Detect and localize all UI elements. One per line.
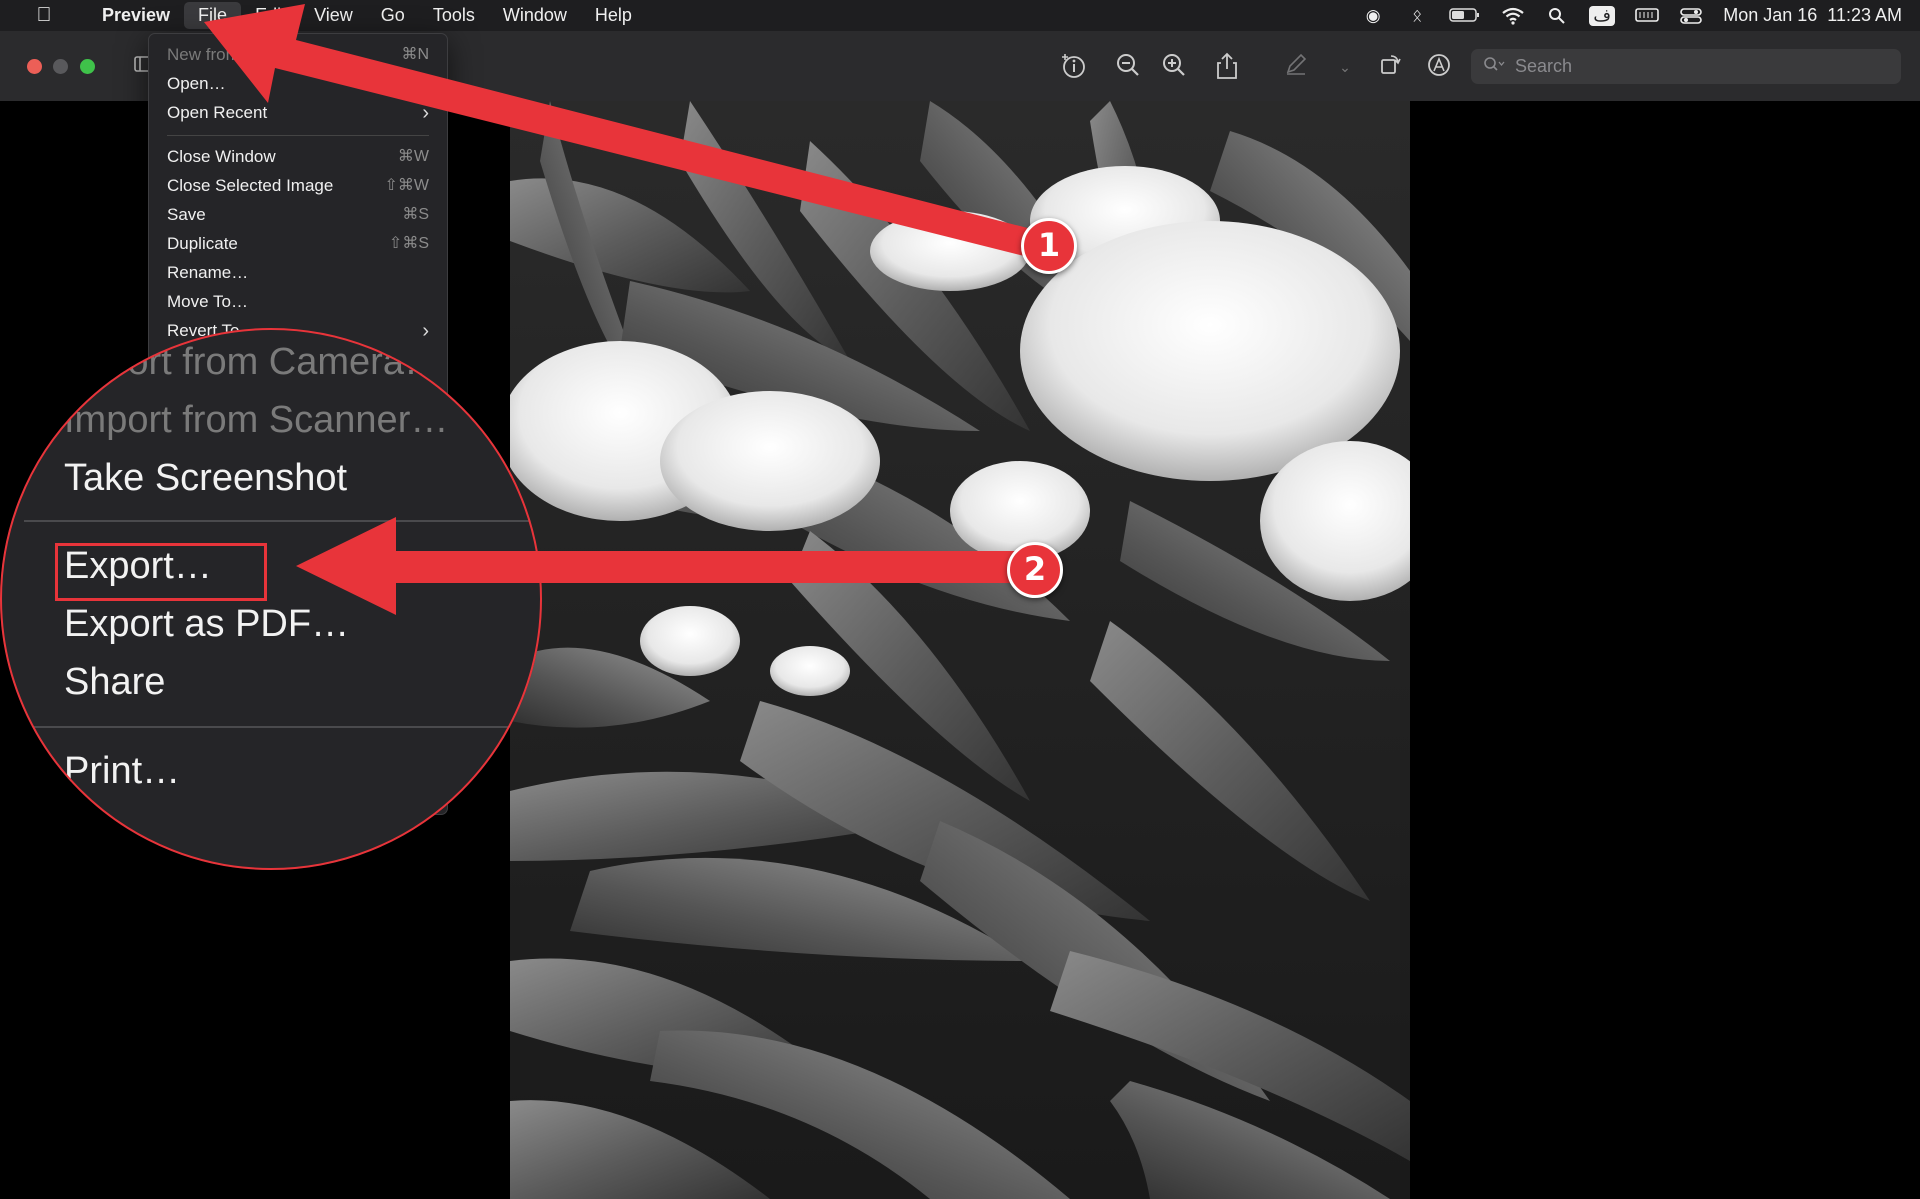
export-highlight-box [55,543,267,601]
close-window-button[interactable] [27,59,42,74]
menu-item-rename[interactable]: Rename… [167,259,429,287]
menu-file[interactable]: File [184,2,242,29]
step-badge-2: 2 [1007,542,1063,598]
grammarly-icon[interactable]: ◉ [1361,6,1385,25]
step-badge-1: 1 [1021,218,1077,274]
menu-view[interactable]: View [300,0,367,31]
control-center-icon[interactable] [1679,7,1703,25]
menu-item-duplicate[interactable]: Duplicate ⇧⌘S [167,230,429,258]
menu-app-name[interactable]: Preview [88,0,184,31]
menu-tools[interactable]: Tools [419,0,489,31]
zoom-in-icon[interactable] [1159,52,1189,82]
document-image[interactable] [510,101,1410,1199]
menu-item-close-window[interactable]: Close Window ⌘W [167,143,429,171]
menu-go[interactable]: Go [367,0,419,31]
menu-item-move-to[interactable]: Move To… [167,288,429,316]
menu-edit[interactable]: Edit [241,0,300,31]
share-icon[interactable] [1212,52,1242,82]
menu-item-save[interactable]: Save ⌘S [167,201,429,229]
battery-icon[interactable] [1449,7,1481,25]
menu-item-close-selected-image[interactable]: Close Selected Image ⇧⌘W [167,172,429,200]
menu-bar:  Preview File Edit View Go Tools Window… [0,0,1920,31]
status-area: ◉ ᛟ ف Mon Jan 16 11:23 AM [1361,0,1902,31]
menu-separator [167,135,429,136]
bluetooth-icon[interactable]: ᛟ [1405,6,1429,25]
search-placeholder: Search [1515,56,1573,76]
menu-item-open[interactable]: Open… [167,70,429,98]
chevron-down-icon[interactable]: ⌄ [1330,52,1360,82]
rotate-icon[interactable] [1376,52,1406,82]
search-field[interactable]: Search [1471,49,1901,84]
wifi-icon[interactable] [1501,7,1525,25]
spotlight-search-icon[interactable] [1545,7,1569,25]
clock[interactable]: Mon Jan 16 11:23 AM [1723,5,1902,26]
annotate-icon[interactable] [1424,52,1454,82]
zoom-window-button[interactable] [80,59,95,74]
apple-menu-icon[interactable]:  [0,0,88,31]
search-icon [1483,56,1505,77]
keyboard-icon[interactable] [1635,7,1660,25]
info-icon[interactable] [1058,52,1088,82]
input-source-icon[interactable]: ف [1589,5,1616,26]
minimize-window-button[interactable] [53,59,68,74]
menu-item-new-from-clipboard[interactable]: New from Clipboard ⌘N [167,41,429,69]
menu-window[interactable]: Window [489,0,581,31]
zoom-out-icon[interactable] [1113,52,1143,82]
menu-help[interactable]: Help [581,0,646,31]
markup-pen-icon[interactable] [1281,52,1311,82]
menu-item-open-recent[interactable]: Open Recent › [167,99,429,127]
